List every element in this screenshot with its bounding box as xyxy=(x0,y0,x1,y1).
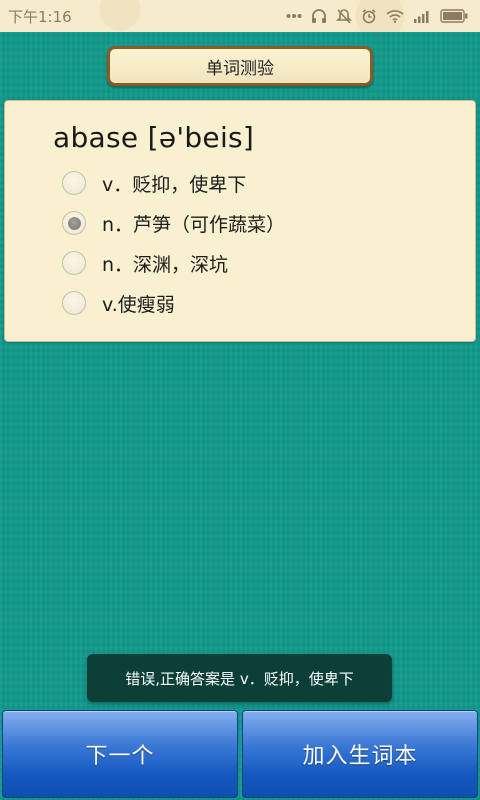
option-label: v．贬抑，使卑下 xyxy=(102,173,247,196)
option-4[interactable]: v.使瘦弱 xyxy=(62,283,285,323)
status-icons xyxy=(286,8,468,24)
radio-button-checked[interactable] xyxy=(62,211,86,235)
option-label: n．芦笋（可作蔬菜） xyxy=(102,213,286,236)
radio-button-unchecked[interactable] xyxy=(62,171,86,195)
alarm-icon xyxy=(361,8,377,24)
battery-icon xyxy=(440,9,468,23)
status-time: 下午1:16 xyxy=(8,7,72,26)
result-toast: 错误,正确答案是 v．贬抑，使卑下 xyxy=(87,654,392,702)
signal-icon xyxy=(413,9,431,23)
mute-icon xyxy=(336,8,352,24)
status-bar: 下午1:16 xyxy=(0,0,480,32)
next-button[interactable]: 下一个 xyxy=(2,710,238,798)
radio-button-unchecked[interactable] xyxy=(62,251,86,275)
wifi-icon xyxy=(386,9,404,23)
option-label: v.使瘦弱 xyxy=(102,293,175,316)
more-dots-icon xyxy=(286,13,302,19)
radio-button-unchecked[interactable] xyxy=(62,291,86,315)
headphones-icon xyxy=(311,8,327,24)
option-list: v．贬抑，使卑下 n．芦笋（可作蔬菜） n．深渊，深坑 v.使瘦弱 xyxy=(62,163,285,323)
option-3[interactable]: n．深渊，深坑 xyxy=(62,243,285,283)
quiz-word: abase [ə'beis] xyxy=(53,121,255,154)
add-to-wordbook-button[interactable]: 加入生词本 xyxy=(242,710,478,798)
option-label: n．深渊，深坑 xyxy=(102,253,229,276)
page-title: 单词测验 xyxy=(107,46,373,86)
quiz-card: abase [ə'beis] v．贬抑，使卑下 n．芦笋（可作蔬菜） n．深渊，… xyxy=(4,100,476,342)
radio-dot xyxy=(67,216,81,230)
option-2[interactable]: n．芦笋（可作蔬菜） xyxy=(62,203,285,243)
option-1[interactable]: v．贬抑，使卑下 xyxy=(62,163,285,203)
